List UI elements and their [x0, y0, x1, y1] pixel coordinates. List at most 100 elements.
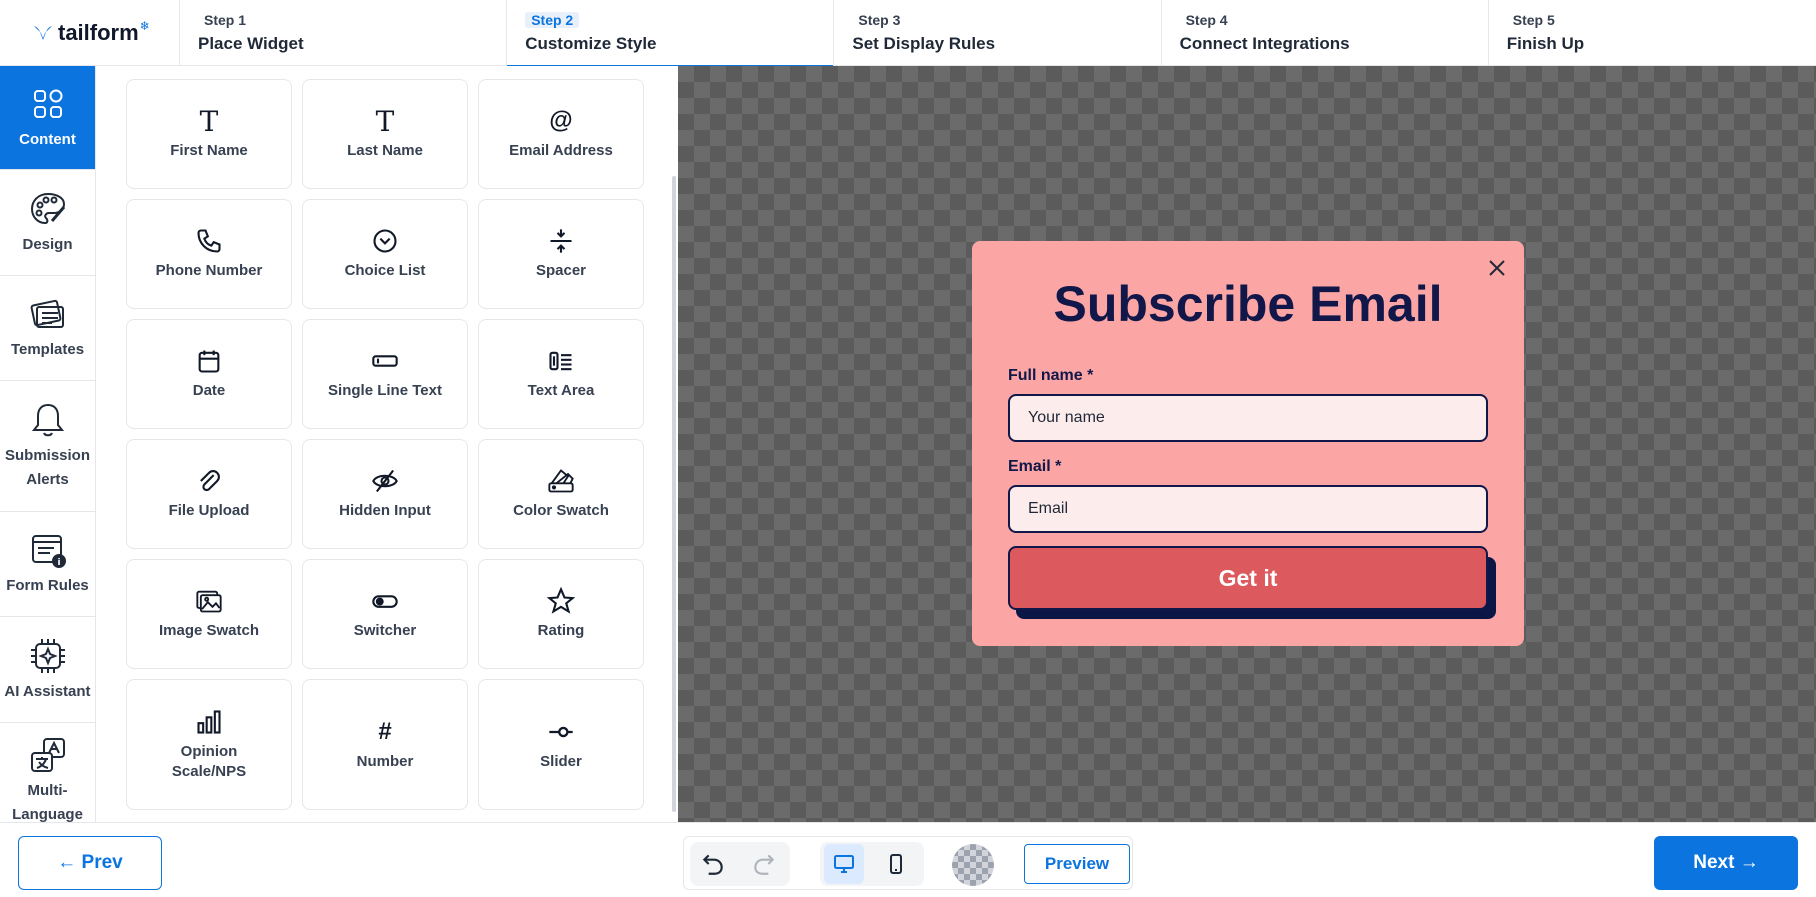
toggle-icon [372, 595, 398, 608]
sidebar-item-label: Design [22, 235, 73, 253]
step-5[interactable]: Step 5 Finish Up [1489, 0, 1816, 66]
full-name-label: Full name * [1008, 367, 1094, 384]
widget-switcher[interactable]: Switcher [302, 559, 468, 669]
sidebar-item-label: Multi-Language [12, 782, 83, 822]
sidebar: Content Design Templates Submission Aler… [0, 66, 96, 822]
full-name-input[interactable]: Your name [1008, 394, 1488, 442]
step-1[interactable]: Step 1 Place Widget [180, 0, 508, 66]
widget-first-name[interactable]: T First Name [126, 79, 292, 189]
logo[interactable]: tailform ❄ [0, 0, 180, 66]
step-2[interactable]: Step 2 Customize Style [507, 0, 835, 67]
at-icon: @ [549, 107, 573, 134]
calendar-icon [198, 350, 220, 373]
spacer-icon [550, 229, 572, 253]
step-title: Connect Integrations [1179, 34, 1350, 53]
widget-label: Choice List [344, 262, 426, 279]
widget-label: Image Swatch [158, 622, 260, 639]
widget-choice-list[interactable]: Choice List [302, 199, 468, 309]
sidebar-item-label: Templates [10, 341, 85, 358]
widget-grid: T First Name T Last Name @ Email Address… [126, 79, 644, 810]
transparency-toggle[interactable] [952, 844, 994, 886]
undo-icon [702, 854, 723, 875]
widget-label: Last Name [347, 142, 423, 159]
sidebar-item-label: Content [19, 130, 76, 148]
tailform-logo-icon [34, 26, 52, 40]
widget-label: Hidden Input [339, 502, 431, 519]
subscribe-popup[interactable]: Subscribe Email Full name * Your name Em… [972, 241, 1524, 646]
widget-label: Spacer [535, 262, 587, 279]
step-title: Finish Up [1506, 34, 1585, 53]
widget-email-address[interactable]: @ Email Address [478, 79, 644, 189]
sidebar-item-templates[interactable]: Templates [0, 276, 95, 381]
widget-label: Color Swatch [513, 502, 609, 519]
phone-icon [197, 229, 221, 253]
mobile-view-button[interactable] [876, 844, 916, 884]
top-bar: tailform ❄ Step 1 Place Widget Step 2 Cu… [0, 0, 1816, 67]
widget-label: Text Area [527, 382, 595, 399]
sidebar-item-ai-assistant[interactable]: AI Assistant [0, 617, 95, 723]
step-3[interactable]: Step 3 Set Display Rules [834, 0, 1162, 66]
color-swatch-icon [548, 469, 574, 493]
text-t-icon: T [199, 104, 219, 138]
desktop-icon [834, 855, 854, 873]
widget-hidden-input[interactable]: Hidden Input [302, 439, 468, 549]
eye-off-icon [372, 469, 398, 493]
preview-button[interactable]: Preview [1024, 844, 1130, 884]
chevron-circle-icon [373, 229, 397, 253]
image-swatch-icon [196, 590, 222, 613]
widget-image-swatch[interactable]: Image Swatch [126, 559, 292, 669]
panel-scrollbar[interactable] [672, 176, 676, 812]
widget-rating[interactable]: Rating [478, 559, 644, 669]
sidebar-item-label: Form Rules [6, 577, 89, 594]
sidebar-item-multi-language[interactable]: Multi-Language [0, 723, 95, 822]
widget-color-swatch[interactable]: Color Swatch [478, 439, 644, 549]
widget-single-line-text[interactable]: Single Line Text [302, 319, 468, 429]
sidebar-item-submission-alerts[interactable]: Submission Alerts [0, 381, 95, 512]
bell-icon [31, 403, 64, 437]
preview-canvas: Subscribe Email Full name * Your name Em… [678, 66, 1816, 822]
redo-button[interactable] [744, 844, 784, 884]
logo-text: tailform [58, 20, 139, 45]
widget-panel: T First Name T Last Name @ Email Address… [96, 66, 678, 822]
editor-toolbar: Preview [683, 836, 1133, 890]
grid-icon [33, 89, 62, 118]
next-button[interactable]: Next → [1654, 836, 1798, 890]
widget-phone-number[interactable]: Phone Number [126, 199, 292, 309]
single-line-icon [372, 355, 398, 367]
widget-label: File Upload [168, 502, 250, 519]
desktop-view-button[interactable] [824, 844, 864, 884]
paperclip-icon [200, 470, 220, 492]
text-area-icon [549, 351, 572, 371]
step-4[interactable]: Step 4 Connect Integrations [1162, 0, 1489, 66]
widget-date[interactable]: Date [126, 319, 292, 429]
widget-file-upload[interactable]: File Upload [126, 439, 292, 549]
widget-number[interactable]: # Number [302, 679, 468, 810]
widget-label: Number [356, 752, 414, 770]
widget-spacer[interactable]: Spacer [478, 199, 644, 309]
email-input[interactable]: Email [1008, 485, 1488, 533]
palette-icon [30, 192, 65, 224]
widget-opinion-scale[interactable]: Opinion Scale/NPS [126, 679, 292, 810]
step-number: Step 5 [1512, 12, 1555, 28]
popup-title: Subscribe Email [1053, 276, 1443, 332]
ai-chip-icon [30, 638, 65, 673]
widget-label: First Name [170, 142, 248, 159]
prev-button[interactable]: ← Prev [18, 836, 162, 890]
widget-label: Date [192, 382, 226, 399]
redo-icon [754, 854, 775, 875]
sidebar-item-design[interactable]: Design [0, 170, 95, 276]
step-number: Step 1 [204, 12, 247, 28]
get-it-button[interactable]: Get it [1008, 546, 1488, 610]
widget-label: Opinion Scale/NPS [171, 742, 247, 780]
sidebar-item-form-rules[interactable]: i Form Rules [0, 512, 95, 617]
widget-text-area[interactable]: Text Area [478, 319, 644, 429]
form-rules-icon: i [31, 535, 66, 568]
undo-button[interactable] [693, 844, 733, 884]
widget-last-name[interactable]: T Last Name [302, 79, 468, 189]
hash-icon: # [378, 717, 392, 745]
email-label: Email * [1008, 458, 1062, 475]
widget-label: Switcher [353, 622, 417, 639]
widget-slider[interactable]: Slider [478, 679, 644, 810]
sidebar-item-content[interactable]: Content [0, 66, 95, 170]
star-icon [547, 587, 575, 614]
